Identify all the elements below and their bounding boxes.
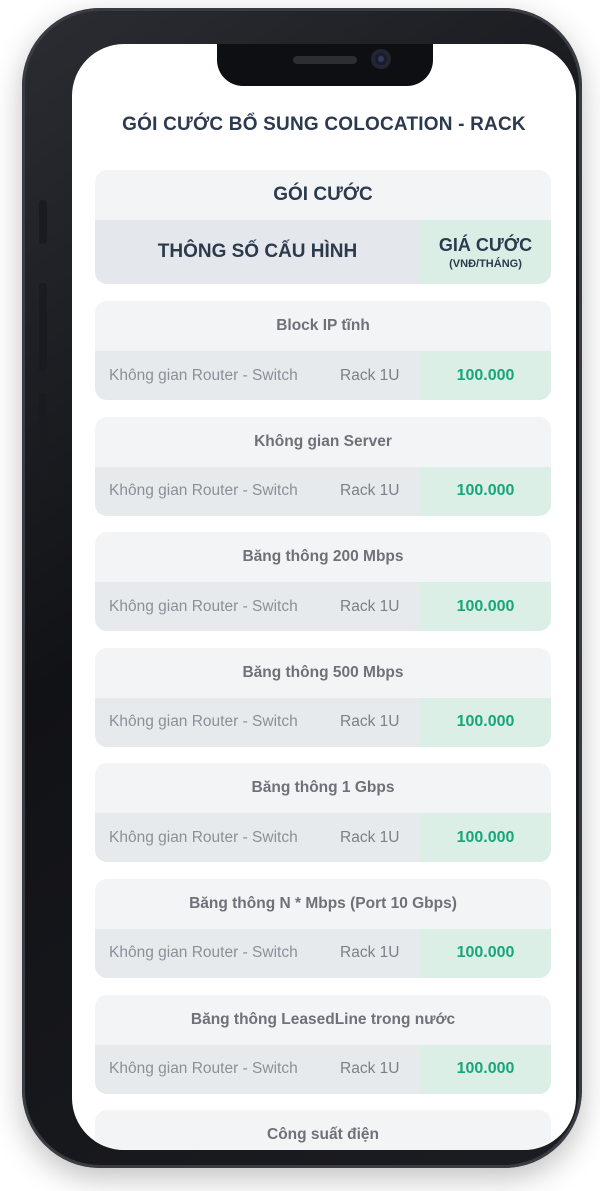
item-rack: Rack 1U — [340, 944, 400, 962]
item-price: 100.000 — [420, 466, 551, 516]
item-title: Băng thông 500 Mbps — [242, 663, 404, 681]
item-price: 100.000 — [420, 928, 551, 978]
item-price: 100.000 — [420, 351, 551, 400]
item-spec: Không gian Router - Switch — [109, 828, 298, 846]
item-title: Block IP tĩnh — [276, 317, 370, 334]
item-price: 100.000 — [420, 1044, 551, 1094]
volume-up-button — [39, 283, 47, 371]
item-rack: Rack 1U — [340, 366, 400, 384]
item-title: Băng thông 200 Mbps — [242, 548, 404, 566]
item-title: Công suất điện — [267, 1126, 379, 1144]
camera-icon — [371, 49, 391, 69]
header-price-label: GIÁ CƯỚC — [438, 234, 533, 255]
item-row: Không gian Router - Switch Rack 1U 100.0… — [95, 813, 551, 863]
list-item: Băng thông 500 Mbps Không gian Router - … — [95, 647, 551, 747]
item-row: Không gian Router - Switch Rack 1U 100.0… — [95, 582, 551, 632]
item-config: Không gian Router - Switch Rack 1U — [95, 351, 420, 400]
header-columns: THÔNG SỐ CẤU HÌNH GIÁ CƯỚC (VNĐ/THÁNG) — [95, 220, 551, 284]
list-item: Băng thông 200 Mbps Không gian Router - … — [95, 532, 551, 632]
item-title: Không gian Server — [254, 432, 392, 450]
item-title: Băng thông 1 Gbps — [251, 779, 395, 797]
item-spec: Không gian Router - Switch — [109, 366, 298, 384]
list-item: Block IP tĩnh Không gian Router - Switch… — [95, 301, 551, 400]
item-row: Không gian Router - Switch Rack 1U 100.0… — [95, 1044, 551, 1094]
item-spec: Không gian Router - Switch — [109, 713, 298, 731]
item-row: Không gian Router - Switch Rack 1U 100.0… — [95, 697, 551, 747]
item-config: Không gian Router - Switch Rack 1U — [95, 1044, 420, 1094]
speaker-icon — [293, 56, 357, 64]
screen: GÓI CƯỚC BỔ SUNG COLOCATION - RACK GÓI C… — [72, 44, 576, 1150]
item-spec: Không gian Router - Switch — [109, 944, 298, 962]
list-item: Băng thông LeasedLine trong nước Không g… — [95, 994, 551, 1094]
header-config-label: THÔNG SỐ CẤU HÌNH — [95, 220, 420, 284]
item-rack: Rack 1U — [340, 482, 400, 500]
item-row: Không gian Router - Switch Rack 1U 100.0… — [95, 351, 551, 400]
item-spec: Không gian Router - Switch — [109, 482, 298, 500]
item-rack: Rack 1U — [340, 713, 400, 731]
list-item: Công suất điện — [95, 1110, 551, 1150]
item-rack: Rack 1U — [340, 1060, 400, 1078]
item-config: Không gian Router - Switch Rack 1U — [95, 928, 420, 978]
item-title: Băng thông N * Mbps (Port 10 Gbps) — [189, 894, 457, 912]
item-config: Không gian Router - Switch Rack 1U — [95, 466, 420, 516]
silent-switch — [39, 200, 47, 244]
item-config: Không gian Router - Switch Rack 1U — [95, 813, 420, 863]
item-row: Không gian Router - Switch Rack 1U 100.0… — [95, 928, 551, 978]
item-title: Băng thông LeasedLine trong nước — [190, 1010, 456, 1028]
item-price: 100.000 — [420, 582, 551, 632]
list-item: Băng thông N * Mbps (Port 10 Gbps) Không… — [95, 878, 551, 978]
item-spec: Không gian Router - Switch — [109, 1060, 298, 1078]
item-price: 100.000 — [420, 813, 551, 863]
item-price: 100.000 — [420, 697, 551, 747]
table-header: GÓI CƯỚC THÔNG SỐ CẤU HÌNH GIÁ CƯỚC (VNĐ… — [95, 170, 551, 284]
list-item: Không gian Server Không gian Router - Sw… — [95, 416, 551, 516]
page-title: GÓI CƯỚC BỔ SUNG COLOCATION - RACK — [122, 114, 526, 135]
item-rack: Rack 1U — [340, 597, 400, 615]
header-package-label: GÓI CƯỚC — [273, 184, 373, 205]
notch — [217, 44, 433, 86]
header-price-unit: (VNĐ/THÁNG) — [449, 257, 522, 270]
item-spec: Không gian Router - Switch — [109, 597, 298, 615]
package-list: Block IP tĩnh Không gian Router - Switch… — [95, 301, 551, 1150]
item-config: Không gian Router - Switch Rack 1U — [95, 697, 420, 747]
list-item: Băng thông 1 Gbps Không gian Router - Sw… — [95, 763, 551, 863]
volume-down-button — [39, 393, 47, 481]
phone-frame: GÓI CƯỚC BỔ SUNG COLOCATION - RACK GÓI C… — [22, 8, 582, 1168]
item-rack: Rack 1U — [340, 828, 400, 846]
header-price-cell: GIÁ CƯỚC (VNĐ/THÁNG) — [420, 220, 551, 284]
item-row: Không gian Router - Switch Rack 1U 100.0… — [95, 466, 551, 516]
item-config: Không gian Router - Switch Rack 1U — [95, 582, 420, 632]
